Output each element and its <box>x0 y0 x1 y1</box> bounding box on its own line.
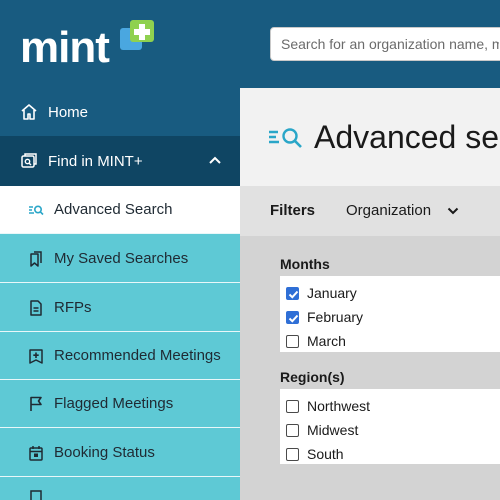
sidebar: Home Find in MINT+ Advanced Search My Sa… <box>0 88 240 500</box>
sidebar-item-label: RFPs <box>54 299 92 316</box>
checkbox-midwest[interactable] <box>286 423 299 437</box>
sidebar-item-flagged-meetings[interactable]: Flagged Meetings <box>0 380 240 428</box>
checkbox-south[interactable] <box>286 447 299 461</box>
advanced-search-title-icon <box>269 128 302 148</box>
sidebar-item-booking-status[interactable]: Booking Status <box>0 429 240 477</box>
document-icon <box>30 299 42 316</box>
option-label: South <box>307 446 344 462</box>
recommended-icon <box>29 348 43 364</box>
sidebar-item-find-label: Find in MINT+ <box>48 152 143 170</box>
page-title: Advanced sea <box>314 119 500 155</box>
option-south[interactable]: South <box>286 444 344 464</box>
filters-label: Filters <box>270 202 316 219</box>
sidebar-item-home[interactable]: Home <box>0 88 240 136</box>
months-options: January February March <box>280 276 500 352</box>
sidebar-item-label: Advanced Search <box>54 201 173 218</box>
sidebar-item-find-in-mint[interactable]: Find in MINT+ <box>0 136 240 186</box>
logo-plus-icon <box>120 20 154 50</box>
organization-dropdown[interactable]: Organization <box>346 202 431 219</box>
saved-searches-icon <box>30 250 42 267</box>
option-label: March <box>307 333 346 349</box>
sidebar-item-label: Flagged Meetings <box>54 395 174 412</box>
checkbox-march[interactable] <box>286 334 299 348</box>
chevron-down-icon[interactable] <box>447 206 459 216</box>
checkbox-february[interactable] <box>286 310 299 324</box>
search-box[interactable] <box>270 27 500 61</box>
option-march[interactable]: March <box>286 331 346 351</box>
option-northwest[interactable]: Northwest <box>286 396 370 416</box>
sidebar-item-label: My Saved Searches <box>54 250 189 267</box>
option-label: February <box>307 309 364 325</box>
option-label: January <box>307 285 357 301</box>
checkbox-northwest[interactable] <box>286 399 299 413</box>
search-input[interactable] <box>271 28 500 60</box>
option-january[interactable]: January <box>286 283 357 303</box>
partial-icon <box>30 490 42 500</box>
option-midwest[interactable]: Midwest <box>286 420 358 440</box>
sidebar-item-my-saved-searches[interactable]: My Saved Searches <box>0 235 240 283</box>
check-icon <box>288 290 299 299</box>
chevron-up-icon[interactable] <box>208 153 222 167</box>
logo-text: mint <box>20 23 110 72</box>
flag-icon <box>30 396 42 411</box>
page-header: Advanced sea <box>240 88 500 186</box>
top-bar: mint <box>0 0 500 88</box>
calendar-icon <box>29 445 43 461</box>
filters-bar: Filters Organization <box>240 186 500 236</box>
option-label: Northwest <box>307 398 371 414</box>
regions-label: Region(s) <box>280 369 345 385</box>
sidebar-item-label: Recommended Meetings <box>54 347 221 364</box>
sidebar-item-label: Booking Status <box>54 444 155 461</box>
sidebar-item-home-label: Home <box>48 103 89 121</box>
option-february[interactable]: February <box>286 307 363 327</box>
sidebar-item-partial[interactable] <box>0 478 240 500</box>
check-icon <box>288 314 299 323</box>
option-label: Midwest <box>307 422 359 438</box>
sidebar-item-rfps[interactable]: RFPs <box>0 284 240 332</box>
advanced-search-icon <box>29 205 44 215</box>
sidebar-item-advanced-search[interactable]: Advanced Search <box>0 186 240 234</box>
find-icon <box>21 153 37 168</box>
sidebar-item-recommended-meetings[interactable]: Recommended Meetings <box>0 332 240 380</box>
mint-logo[interactable]: mint <box>20 20 160 72</box>
months-label: Months <box>280 256 330 272</box>
checkbox-january[interactable] <box>286 286 299 300</box>
home-icon <box>21 104 37 120</box>
regions-options: Northwest Midwest South <box>280 389 500 464</box>
